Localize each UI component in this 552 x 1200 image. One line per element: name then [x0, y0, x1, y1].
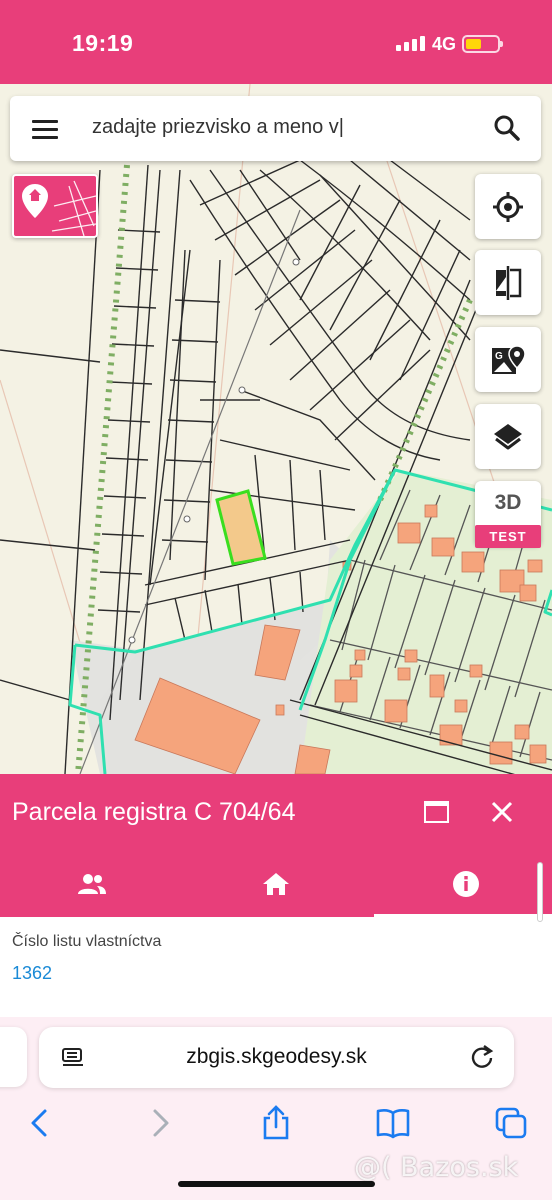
base-map-switcher[interactable]: [12, 174, 98, 238]
tab-info[interactable]: [374, 850, 552, 917]
info-icon: [453, 870, 479, 897]
home-indicator[interactable]: [178, 1181, 375, 1187]
people-icon: [78, 873, 106, 894]
parcel-title: Parcela registra C 704/64: [12, 798, 296, 826]
network-type: 4G: [432, 34, 457, 54]
ownership-sheet-label: Číslo listu vlastníctva: [12, 933, 162, 950]
address-bar[interactable]: zbgis.skgeodesy.sk: [39, 1027, 514, 1088]
svg-text:G: G: [495, 351, 503, 362]
reload-icon[interactable]: [468, 1043, 496, 1071]
status-time: 19:19: [72, 30, 134, 56]
search-bar: zadajte priezvisko a meno v|: [10, 96, 541, 161]
tab-owners[interactable]: [0, 850, 184, 917]
hamburger-menu-icon[interactable]: [32, 120, 58, 139]
map-location-icon: G: [492, 344, 526, 374]
3d-label: 3D: [494, 491, 522, 514]
search-input[interactable]: zadajte priezvisko a meno v|: [92, 116, 344, 139]
status-bar: 19:19 4G: [0, 0, 552, 84]
compare-button[interactable]: [475, 250, 541, 315]
watermark: @( Bazos.sk: [354, 1152, 519, 1183]
back-icon[interactable]: [22, 1105, 58, 1141]
panel-scrollbar[interactable]: [537, 862, 543, 922]
ownership-sheet-link[interactable]: 1362: [12, 963, 52, 984]
tab-building[interactable]: [184, 850, 368, 917]
layers-icon: [494, 423, 522, 449]
parcel-tabs: [0, 850, 552, 917]
maximize-icon[interactable]: [424, 801, 449, 823]
bookmarks-icon[interactable]: [375, 1105, 411, 1141]
map-pin-icon: [22, 180, 96, 236]
search-icon[interactable]: [493, 114, 521, 142]
battery-icon: [462, 35, 503, 53]
url-text: zbgis.skgeodesy.sk: [186, 1045, 367, 1068]
test-badge: TEST: [475, 525, 541, 548]
google-maps-button[interactable]: G: [475, 327, 541, 392]
close-icon[interactable]: [488, 798, 516, 826]
tabs-icon[interactable]: [493, 1105, 529, 1141]
crosshair-icon: [493, 191, 523, 222]
previous-tab-preview[interactable]: [0, 1027, 27, 1087]
locate-me-button[interactable]: [475, 174, 541, 239]
layers-button[interactable]: [475, 404, 541, 469]
compare-icon: [496, 265, 522, 300]
parcel-panel-header: Parcela registra C 704/64: [0, 774, 552, 850]
parcel-details: Číslo listu vlastníctva 1362: [0, 917, 552, 1017]
3d-view-button[interactable]: 3D TEST: [475, 481, 541, 548]
share-icon[interactable]: [258, 1105, 294, 1141]
forward-icon[interactable]: [142, 1105, 178, 1141]
home-icon: [263, 872, 289, 895]
signal-icon: [396, 36, 425, 51]
